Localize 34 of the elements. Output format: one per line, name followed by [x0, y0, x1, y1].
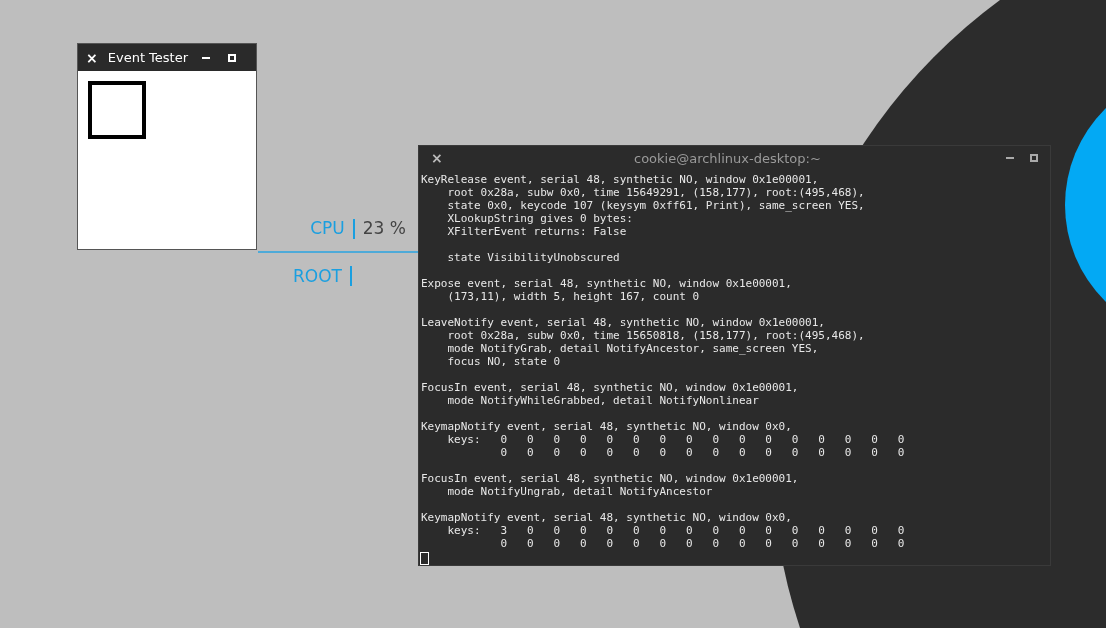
terminal-line: FocusIn event, serial 48, synthetic NO, window 0x1e00001, — [421, 471, 799, 485]
minimize-icon[interactable] — [202, 56, 211, 59]
window-title: Event Tester — [107, 48, 189, 67]
maximize-icon[interactable] — [1030, 154, 1038, 163]
terminal-line: keys: 0 0 0 0 0 0 0 0 0 0 0 0 0 0 0 0 — [446, 432, 905, 446]
window-title: cookie@archlinux-desktop:~ — [634, 149, 821, 168]
terminal-line: XFilterEvent returns: False — [446, 224, 627, 238]
stat-label: CPU — [310, 217, 345, 240]
terminal-line: mode NotifyWhileGrabbed, detail NotifyNonlinear — [446, 393, 759, 407]
terminal-line: focus NO, state 0 — [446, 354, 561, 368]
terminal-line: state VisibilityUnobscured — [446, 250, 620, 264]
terminal-line: mode NotifyUngrab, detail NotifyAncestor — [446, 484, 713, 498]
stat-label: ROOT — [293, 264, 342, 288]
terminal-line: root 0x28a, subw 0x0, time 15650818, (158,177), root:(495,468), — [446, 328, 865, 342]
stat-value: 23 % — [362, 217, 406, 240]
terminal-line: Expose event, serial 48, synthetic NO, window 0x1e00001, — [421, 276, 792, 290]
terminal-line: 0 0 0 0 0 0 0 0 0 0 0 0 0 0 0 0 — [499, 536, 905, 550]
terminal-line: XLookupString gives 0 bytes: — [446, 211, 633, 225]
terminal-line: state 0x0, keycode 107 (keysym 0xff61, Print), same_screen YES, — [446, 198, 865, 212]
terminal-line: 0 0 0 0 0 0 0 0 0 0 0 0 0 0 0 0 — [499, 445, 905, 459]
close-button[interactable]: × — [86, 50, 98, 65]
terminal-line: KeymapNotify event, serial 48, synthetic NO, window 0x0, — [421, 419, 792, 433]
terminal-line: KeymapNotify event, serial 48, synthetic NO, window 0x0, — [421, 510, 792, 524]
terminal-line: KeyRelease event, serial 48, synthetic NO, window 0x1e00001, — [421, 172, 819, 186]
terminal-line: FocusIn event, serial 48, synthetic NO, window 0x1e00001, — [421, 380, 799, 394]
terminal-line: root 0x28a, subw 0x0, time 15649291, (158,177), root:(495,468), — [446, 185, 865, 199]
close-button[interactable]: × — [431, 151, 443, 166]
text-cursor — [420, 551, 429, 565]
minimize-icon[interactable] — [1006, 157, 1014, 160]
terminal-line: keys: 3 0 0 0 0 0 0 0 0 0 0 0 0 0 0 0 — [446, 523, 905, 537]
terminal-line: (173,11), width 5, height 167, count 0 — [446, 289, 700, 303]
terminal-line: LeaveNotify event, serial 48, synthetic NO, window 0x1e00001, — [421, 315, 825, 329]
terminal-line: mode NotifyGrab, detail NotifyAncestor, same_screen YES, — [446, 341, 819, 355]
square-drawing — [88, 81, 146, 139]
